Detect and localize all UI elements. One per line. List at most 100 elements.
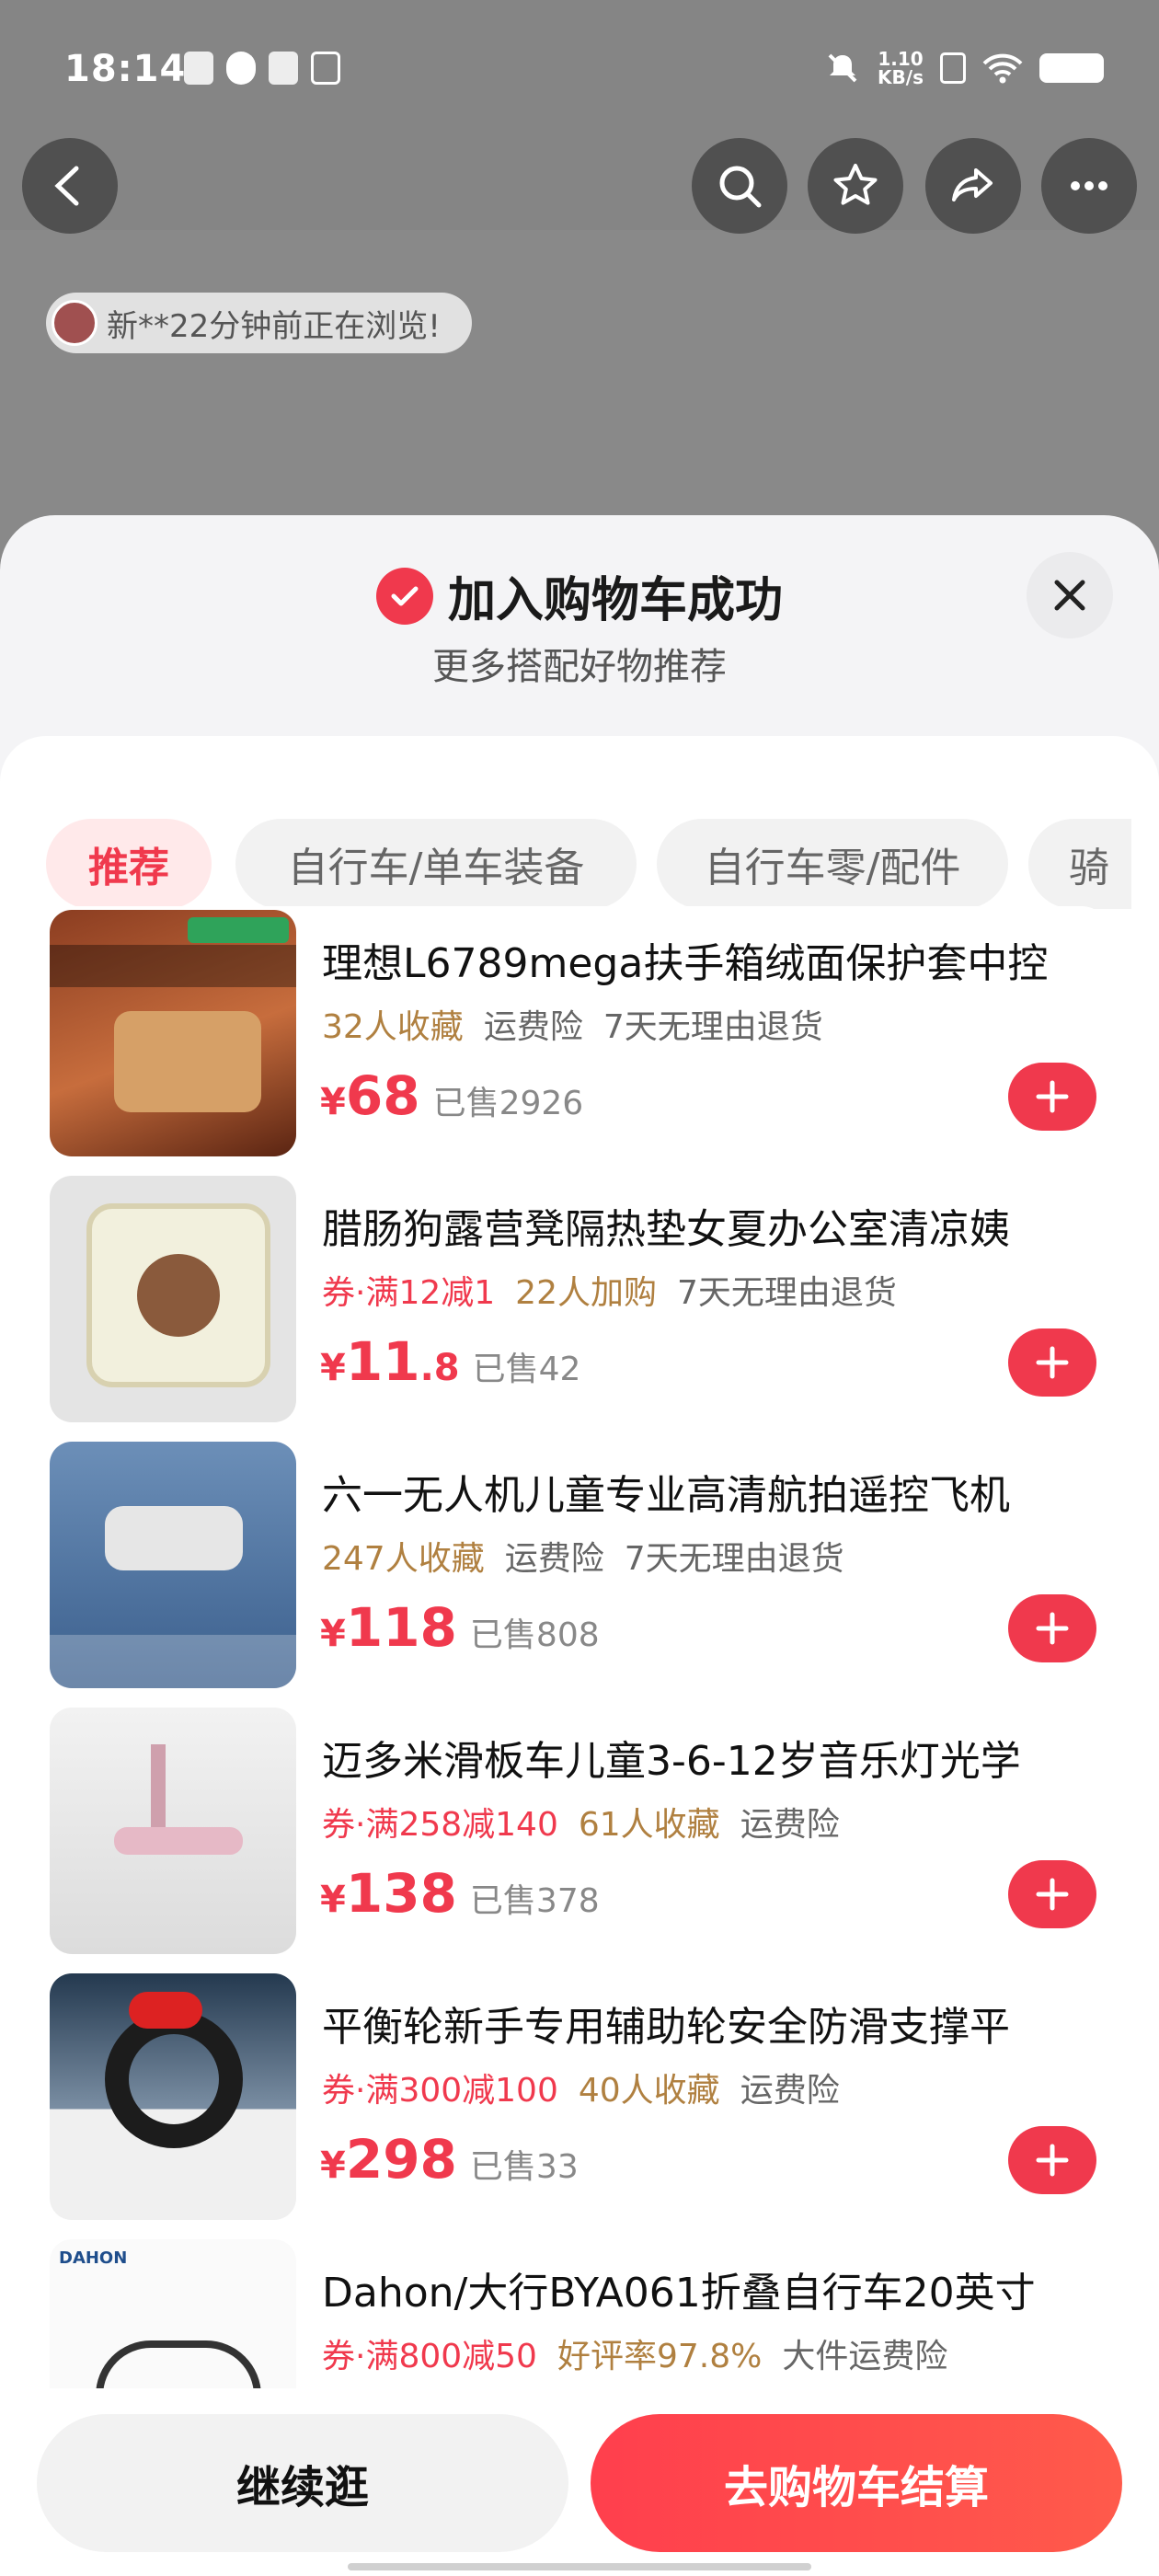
- plus-icon: [1036, 2144, 1069, 2177]
- tab-bike-equipment[interactable]: 自行车/单车装备: [235, 819, 637, 909]
- price-row: ¥298 已售33: [320, 2128, 579, 2191]
- price-row: ¥118 已售808: [320, 1596, 600, 1659]
- product-tags: 32人收藏 运费险 7天无理由退货: [322, 1000, 823, 1048]
- sold-count: 已售42: [472, 1351, 581, 1388]
- more-button[interactable]: [1041, 138, 1137, 234]
- drone-graphic: [105, 1506, 243, 1570]
- product-name: 六一无人机儿童专业高清航拍遥控飞机: [322, 1472, 1010, 1519]
- fender-graphic: [129, 1992, 202, 2029]
- home-indicator[interactable]: [348, 2563, 811, 2570]
- tab-riding[interactable]: 骑: [1028, 819, 1131, 909]
- product-tag: 22人加购: [515, 1274, 657, 1312]
- product-card[interactable]: 理想L6789mega扶手箱绒面保护套中控 32人收藏 运费险 7天无理由退货 …: [46, 906, 1109, 1156]
- wheel-graphic: [105, 2010, 243, 2148]
- share-button[interactable]: [925, 138, 1021, 234]
- product-name: 理想L6789mega扶手箱绒面保护套中控: [322, 940, 1049, 987]
- product-image[interactable]: [50, 910, 296, 1156]
- more-icon: [1071, 181, 1107, 190]
- back-icon: [54, 166, 79, 206]
- scooter-pole-graphic: [151, 1744, 166, 1836]
- product-tags: 券·满300减100 40人收藏 运费险: [322, 2064, 840, 2111]
- close-button[interactable]: [1027, 552, 1113, 638]
- product-card[interactable]: 六一无人机儿童专业高清航拍遥控飞机 247人收藏 运费险 7天无理由退货 ¥11…: [46, 1438, 1109, 1688]
- tab-bike-parts[interactable]: 自行车零/配件: [657, 819, 1008, 909]
- product-tag: 7天无理由退货: [676, 1274, 897, 1312]
- product-tag: 运费险: [483, 1008, 583, 1046]
- close-icon: [1054, 580, 1085, 611]
- sold-count: 已售2926: [432, 1085, 584, 1122]
- product-tag: 好评率97.8%: [557, 2338, 763, 2375]
- add-to-cart-button[interactable]: [1008, 2126, 1096, 2194]
- continue-shopping-button[interactable]: 继续逛: [37, 2414, 568, 2552]
- product-tag: 61人收藏: [578, 1806, 720, 1844]
- product-card[interactable]: 平衡轮新手专用辅助轮安全防滑支撑平 券·满300减100 40人收藏 运费险 ¥…: [46, 1970, 1109, 2220]
- viewer-notice: 新**22分钟前正在浏览!: [46, 293, 472, 353]
- dog-print-graphic: [137, 1254, 220, 1337]
- plus-icon: [1036, 1612, 1069, 1645]
- product-card[interactable]: 迈多米滑板车儿童3-6-12岁音乐灯光学 券·满258减140 61人收藏 运费…: [46, 1704, 1109, 1954]
- checkout-button[interactable]: 去购物车结算: [591, 2414, 1122, 2552]
- add-to-cart-button[interactable]: [1008, 1860, 1096, 1928]
- coupon-tag: 券·满800减50: [322, 2338, 537, 2375]
- plus-icon: [1036, 1080, 1069, 1113]
- sim-icon: [940, 52, 966, 84]
- price-row: ¥68 已售2926: [320, 1064, 583, 1127]
- add-to-cart-button[interactable]: [1008, 1594, 1096, 1662]
- add-to-cart-sheet: 加入购物车成功 更多搭配好物推荐 推荐 自行车/单车装备 自行车零/配件 骑 理…: [0, 515, 1159, 2576]
- success-title: 加入购物车成功: [447, 573, 783, 628]
- product-price: ¥298: [320, 2128, 457, 2191]
- product-tags: 券·满258减140 61人收藏 运费险: [322, 1798, 840, 1846]
- viewer-avatar: [52, 300, 98, 346]
- success-subtitle: 更多搭配好物推荐: [432, 646, 727, 688]
- product-price: ¥68: [320, 1064, 420, 1127]
- scooter-deck-graphic: [114, 1827, 243, 1855]
- battery-icon: [1039, 53, 1104, 83]
- sheet-header: 加入购物车成功 更多搭配好物推荐: [0, 515, 1159, 736]
- product-price: ¥138: [320, 1862, 457, 1925]
- add-to-cart-button[interactable]: [1008, 1063, 1096, 1131]
- net-speed-unit: KB/s: [878, 66, 924, 88]
- dahon-logo: DAHON: [59, 2248, 128, 2268]
- product-name: 腊肠狗露营凳隔热垫女夏办公室清凉姨: [322, 1206, 1010, 1253]
- product-price: ¥11.8: [320, 1330, 460, 1393]
- search-button[interactable]: [692, 138, 787, 234]
- plus-icon: [1036, 1346, 1069, 1379]
- armrest-cover-graphic: [114, 1011, 261, 1112]
- product-price: ¥118: [320, 1596, 457, 1659]
- share-icon: [952, 168, 993, 201]
- status-system-icons: 1.10 KB/s: [824, 50, 1104, 86]
- image-caption-band: [50, 1635, 296, 1688]
- category-tabs: 推荐 自行车/单车装备 自行车零/配件 骑: [46, 819, 1131, 909]
- sold-count: 已售378: [469, 1882, 600, 1920]
- product-image[interactable]: [50, 1708, 296, 1954]
- product-tag: 运费险: [740, 2072, 840, 2110]
- product-tag: 运费险: [740, 1806, 840, 1844]
- product-tag: 7天无理由退货: [624, 1540, 844, 1578]
- coupon-tag: 券·满12减1: [322, 1274, 496, 1312]
- wifi-icon: [982, 53, 1023, 84]
- viewer-notice-text: 新**22分钟前正在浏览!: [107, 307, 441, 345]
- back-button[interactable]: [22, 138, 118, 234]
- add-to-cart-button[interactable]: [1008, 1328, 1096, 1397]
- product-image[interactable]: [50, 1442, 296, 1688]
- net-speed-value: 1.10: [878, 48, 924, 70]
- product-card[interactable]: 腊肠狗露营凳隔热垫女夏办公室清凉姨 券·满12减1 22人加购 7天无理由退货 …: [46, 1172, 1109, 1422]
- sold-count: 已售33: [469, 2148, 579, 2186]
- product-tags: 券·满800减50 好评率97.8% 大件运费险: [322, 2329, 947, 2377]
- checkmark-glyph: [391, 586, 419, 605]
- product-image[interactable]: [50, 1176, 296, 1422]
- product-tag: 运费险: [504, 1540, 604, 1578]
- success-row: 加入购物车成功: [0, 561, 1159, 630]
- net-speed: 1.10 KB/s: [878, 50, 924, 86]
- mute-icon: [828, 53, 857, 83]
- favorite-button[interactable]: [808, 138, 903, 234]
- usb-icon: [311, 52, 340, 85]
- status-time: 18:14: [64, 48, 187, 90]
- product-tag: 7天无理由退货: [602, 1008, 823, 1046]
- tab-recommend[interactable]: 推荐: [46, 819, 212, 909]
- star-icon: [833, 164, 878, 205]
- product-image[interactable]: [50, 1973, 296, 2220]
- product-tags: 券·满12减1 22人加购 7天无理由退货: [322, 1266, 897, 1314]
- coupon-tag: 券·满300减100: [322, 2072, 558, 2110]
- price-row: ¥11.8 已售42: [320, 1330, 580, 1393]
